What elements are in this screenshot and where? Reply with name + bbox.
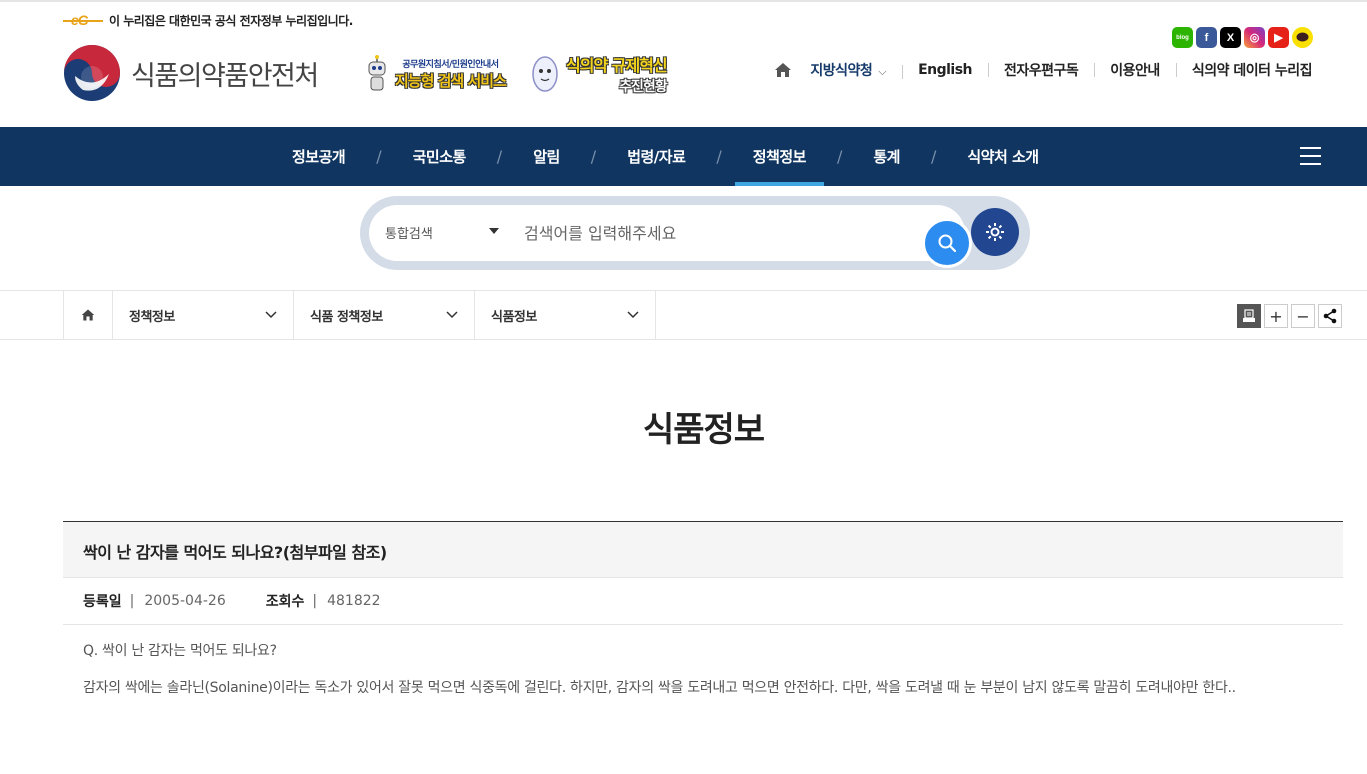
gear-icon (986, 223, 1004, 241)
banner2-title: 식의약 규제혁신 (566, 56, 668, 75)
util-data-portal[interactable]: 식의약 데이터 누리집 (1175, 60, 1328, 80)
taegeuk-emblem-icon (64, 45, 120, 101)
post-meta: 등록일 | 2005-04-26 조회수 | 481822 (63, 578, 1343, 625)
meta-separator: | (129, 593, 135, 609)
gnb-separator: / (836, 147, 843, 166)
post-header: 싹이 난 감자를 먹어도 되나요?(첨부파일 참조) (63, 521, 1343, 578)
gov-banner: eG 이 누리집은 대한민국 공식 전자정부 누리집입니다. (63, 12, 353, 29)
meta-separator: | (312, 593, 318, 609)
util-english[interactable]: English (902, 62, 988, 79)
top-border (0, 0, 1367, 2)
breadcrumb-label: 식품 정책정보 (310, 309, 383, 325)
chevron-down-icon: ⌵ (878, 65, 887, 78)
gnb-separator: / (590, 147, 597, 166)
gnb-item-notice[interactable]: 알림 (515, 127, 578, 186)
gnb-separator: / (496, 147, 503, 166)
breadcrumb-dropdown-food-info[interactable]: 식품정보 (475, 291, 656, 339)
home-icon[interactable] (774, 61, 792, 79)
blog-icon[interactable]: blog (1172, 27, 1193, 48)
hamburger-menu-icon[interactable] (1300, 147, 1321, 165)
post-body: Q. 싹이 난 감자는 먹어도 되나요? 감자의 싹에는 솔라닌(Solanin… (83, 640, 1328, 700)
view-count: 481822 (327, 593, 381, 609)
facebook-icon[interactable]: f (1196, 27, 1217, 48)
print-icon (1243, 309, 1255, 322)
util-guide[interactable]: 이용안내 (1094, 60, 1176, 80)
mascot-icon (532, 56, 558, 92)
date-label: 등록일 (83, 594, 122, 610)
banner1-subtitle: 공무원지침서/민원인안내서 (402, 60, 499, 70)
search-scope-select[interactable]: 통합검색 (385, 223, 433, 242)
banner1-title: 지능형 검색 서비스 (395, 72, 507, 90)
gnb-separator: / (376, 147, 382, 166)
post-date: 2005-04-26 (144, 593, 226, 609)
post-question: Q. 싹이 난 감자는 먹어도 되나요? (83, 643, 277, 659)
breadcrumb-dropdown-policy[interactable]: 정책정보 (113, 291, 294, 339)
utility-nav: 지방식약청 ⌵ English 전자우편구독 이용안내 식의약 데이터 누리집 (774, 60, 1328, 80)
gnb-item-laws[interactable]: 법령/자료 (609, 127, 703, 186)
print-button[interactable] (1237, 304, 1261, 328)
zoom-out-button[interactable]: − (1291, 304, 1315, 328)
search-input[interactable] (524, 217, 904, 249)
main-nav: 정보공개 / 국민소통 / 알림 / 법령/자료 / 정책정보 / 통계 / 식… (0, 127, 1367, 186)
search-icon (938, 234, 957, 253)
eg-logo: eG (63, 12, 103, 28)
util-newsletter[interactable]: 전자우편구독 (988, 60, 1094, 80)
page-tools: + − (1237, 304, 1342, 328)
chevron-down-icon (627, 311, 639, 319)
search-bar: 통합검색 (360, 196, 1030, 270)
search-button[interactable] (922, 218, 972, 268)
instagram-icon[interactable]: ◎ (1244, 27, 1265, 48)
gnb-item-info-disclosure[interactable]: 정보공개 (274, 127, 363, 186)
gnb-item-statistics[interactable]: 통계 (855, 127, 918, 186)
logo-text: 식품의약품안전처 (131, 60, 319, 92)
breadcrumb-label: 정책정보 (129, 309, 175, 325)
regulatory-innovation-banner[interactable]: 식의약 규제혁신 추진현황 (530, 52, 668, 96)
robot-icon (368, 55, 386, 91)
gnb-separator: / (930, 147, 937, 166)
views-label: 조회수 (265, 594, 305, 610)
chevron-down-icon (446, 311, 458, 319)
kakao-bubble-icon (1296, 32, 1309, 42)
post-answer: 감자의 싹에는 솔라닌(Solanine)이라는 독소가 있어서 잘못 먹으면 … (83, 680, 1236, 696)
zoom-in-button[interactable]: + (1264, 304, 1288, 328)
kakao-icon[interactable] (1292, 27, 1313, 48)
share-icon (1323, 308, 1337, 324)
banner2-subtitle: 추진현황 (619, 79, 668, 95)
smart-search-banner[interactable]: 공무원지침서/민원인안내서 지능형 검색 서비스 (363, 54, 507, 94)
home-icon (81, 309, 95, 321)
dropdown-arrow-icon[interactable] (489, 228, 499, 234)
gnb-item-communication[interactable]: 국민소통 (395, 127, 484, 186)
post-title: 싹이 난 감자를 먹어도 되나요?(첨부파일 참조) (83, 543, 387, 562)
page-title: 식품정보 (642, 410, 765, 450)
x-icon[interactable]: X (1220, 27, 1241, 48)
breadcrumb: 정책정보 식품 정책정보 식품정보 + − (0, 290, 1367, 340)
breadcrumb-label: 식품정보 (491, 309, 537, 325)
util-regional-office[interactable]: 지방식약청 ⌵ (810, 60, 902, 80)
youtube-icon[interactable]: ▶ (1268, 27, 1289, 48)
gnb-separator: / (716, 147, 722, 166)
sns-links: blog f X ◎ ▶ (1172, 27, 1313, 48)
gnb-item-policy[interactable]: 정책정보 (734, 127, 825, 186)
chevron-down-icon (265, 311, 277, 319)
gnb-item-about[interactable]: 식약처 소개 (949, 127, 1056, 186)
share-button[interactable] (1318, 304, 1342, 328)
mfds-logo[interactable]: 식품의약품안전처 (63, 44, 319, 102)
breadcrumb-home[interactable] (63, 291, 113, 339)
breadcrumb-dropdown-food-policy[interactable]: 식품 정책정보 (294, 291, 475, 339)
search-settings-button[interactable] (971, 208, 1019, 256)
gov-banner-text: 이 누리집은 대한민국 공식 전자정부 누리집입니다. (109, 14, 353, 28)
